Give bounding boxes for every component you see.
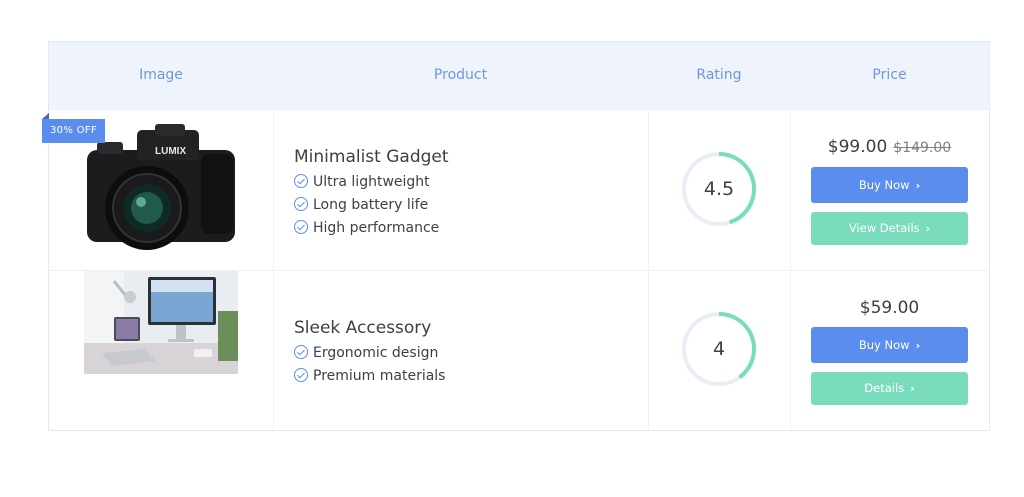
product-cell: Minimalist Gadget Ultra lightweight Long…: [273, 110, 648, 270]
image-cell: LUMIX 30% OFF: [42, 110, 273, 270]
header-image: Image: [139, 67, 183, 83]
feature-item: Long battery life: [294, 196, 428, 214]
feature-item: Ultra lightweight: [294, 173, 430, 191]
rating-value: 4.5: [703, 178, 735, 200]
product-table: Image Product Rating Price LUMIX 30% OFF: [42, 41, 990, 431]
buy-now-button[interactable]: Buy Now ›: [811, 327, 968, 363]
rating-cell: 4: [648, 271, 790, 431]
check-circle-icon: [294, 174, 308, 188]
chevron-right-icon: ›: [910, 382, 915, 395]
check-circle-icon: [294, 220, 308, 234]
check-circle-icon: [294, 197, 308, 211]
check-circle-icon: [294, 368, 308, 382]
rating-value: 4: [712, 338, 726, 360]
view-details-button[interactable]: View Details ›: [811, 212, 968, 245]
desk-setup-image: [84, 271, 238, 374]
header-rating: Rating: [696, 67, 742, 83]
feature-item: Premium materials: [294, 367, 445, 385]
rating-cell: 4.5: [648, 110, 790, 270]
buy-now-button[interactable]: Buy Now ›: [811, 167, 968, 203]
camera-image: LUMIX: [87, 124, 235, 250]
current-price: $59.00: [859, 298, 920, 318]
price-cell: $99.00 $149.00 Buy Now › View Details ›: [790, 110, 989, 270]
header-product: Product: [433, 67, 488, 83]
chevron-right-icon: ›: [915, 339, 921, 352]
table-row: Sleek Accessory Ergonomic design Premium…: [49, 270, 989, 431]
original-price: $149.00: [893, 140, 952, 156]
image-cell: [49, 271, 273, 431]
product-name: Sleek Accessory: [294, 318, 432, 338]
header-price: Price: [872, 67, 907, 83]
check-circle-icon: [294, 345, 308, 359]
price: $59.00: [790, 298, 989, 318]
brand-label: LUMIX: [155, 146, 186, 157]
table-row: LUMIX 30% OFF Minimalist Gadget Ultra li…: [42, 109, 989, 270]
product-cell: Sleek Accessory Ergonomic design Premium…: [273, 271, 648, 431]
current-price: $99.00: [827, 137, 888, 157]
feature-item: Ergonomic design: [294, 344, 438, 362]
chevron-right-icon: ›: [915, 179, 921, 192]
feature-item: High performance: [294, 219, 439, 237]
details-button[interactable]: Details ›: [811, 372, 968, 405]
product-name: Minimalist Gadget: [294, 147, 449, 167]
chevron-right-icon: ›: [925, 222, 931, 235]
discount-badge: 30% OFF: [42, 113, 105, 143]
price: $99.00 $149.00: [790, 137, 989, 157]
price-cell: $59.00 Buy Now › Details ›: [790, 271, 989, 431]
table-header: Image Product Rating Price: [49, 42, 989, 109]
